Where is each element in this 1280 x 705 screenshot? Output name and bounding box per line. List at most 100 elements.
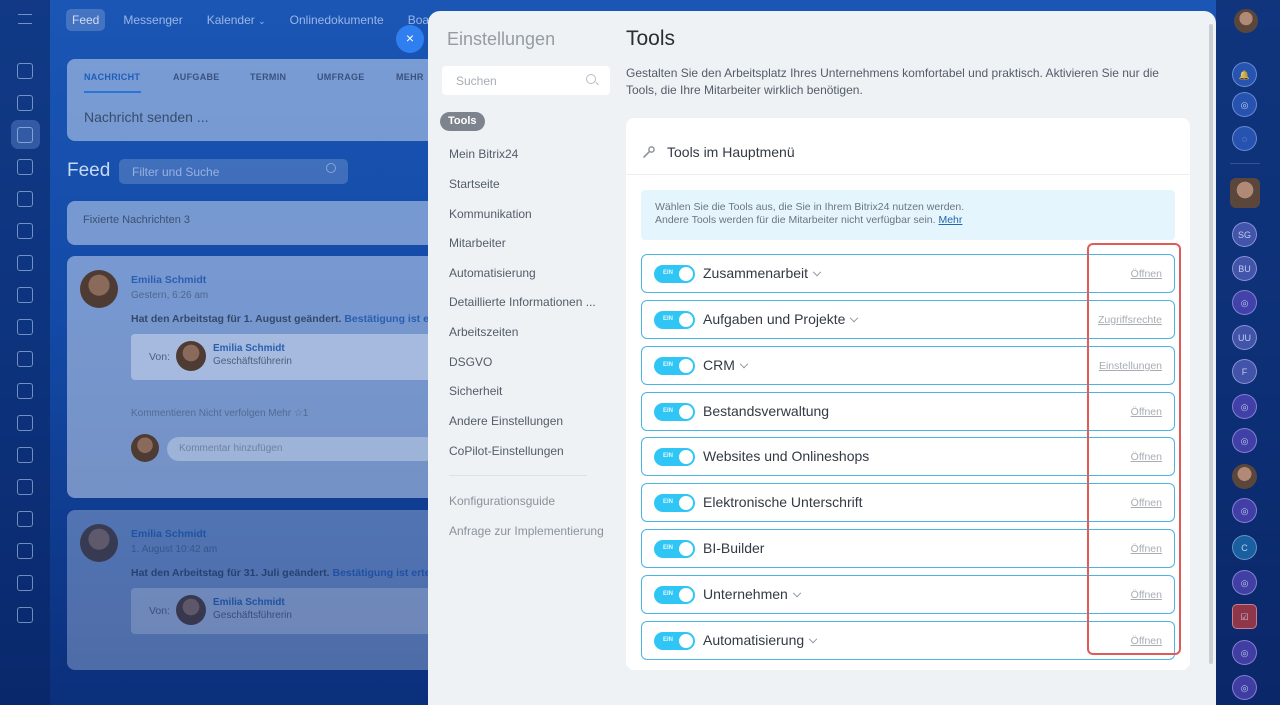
contact-avatar[interactable] bbox=[1230, 178, 1260, 208]
contact-initials[interactable]: UU bbox=[1232, 325, 1257, 350]
settings-search-input[interactable]: Suchen bbox=[442, 66, 610, 95]
bell-icon[interactable]: 🔔 bbox=[1232, 62, 1257, 87]
board-icon[interactable] bbox=[17, 255, 33, 271]
copilot-chat-icon[interactable]: ◎ bbox=[1232, 570, 1257, 595]
tool-toggle[interactable]: EIN bbox=[654, 494, 695, 512]
composer-tab-task[interactable]: AUFGABE bbox=[173, 72, 220, 82]
post-link[interactable]: Bestätigung ist er bbox=[344, 313, 433, 325]
tool-toggle[interactable]: EIN bbox=[654, 586, 695, 604]
tab-feed[interactable]: Feed bbox=[66, 9, 106, 31]
from-name[interactable]: Emilia Schmidt bbox=[213, 597, 285, 608]
copilot-icon[interactable]: ◎ bbox=[1232, 92, 1257, 117]
tool-label[interactable]: CRM bbox=[703, 357, 749, 373]
feed-filter-input[interactable]: Filter und Suche bbox=[119, 159, 348, 184]
settings-icon[interactable] bbox=[17, 575, 33, 591]
post-author[interactable]: Emilia Schmidt bbox=[131, 528, 206, 540]
rocket-icon[interactable] bbox=[17, 95, 33, 111]
cart-icon[interactable] bbox=[17, 383, 33, 399]
filter-icon[interactable] bbox=[17, 479, 33, 495]
nav-item[interactable]: Detaillierte Informationen ... bbox=[449, 295, 596, 309]
tool-toggle[interactable]: EIN bbox=[654, 540, 695, 558]
contact-avatar[interactable] bbox=[1232, 464, 1257, 489]
tab-calendar[interactable]: Kalender ⌄ bbox=[201, 9, 272, 31]
nav-item[interactable]: Mitarbeiter bbox=[449, 236, 506, 250]
nav-item[interactable]: Mein Bitrix24 bbox=[449, 147, 518, 161]
feed-icon[interactable] bbox=[17, 127, 33, 143]
post-author[interactable]: Emilia Schmidt bbox=[131, 274, 206, 286]
automation-icon[interactable] bbox=[17, 415, 33, 431]
contact-initials[interactable]: C bbox=[1232, 535, 1257, 560]
panel-scrollbar[interactable] bbox=[1209, 24, 1213, 664]
contact-initials[interactable]: BU bbox=[1232, 256, 1257, 281]
composer-tab-message[interactable]: NACHRICHT bbox=[84, 72, 140, 82]
chat-icon[interactable] bbox=[17, 319, 33, 335]
nav-item[interactable]: Startseite bbox=[449, 177, 500, 191]
close-panel-button[interactable]: × bbox=[396, 25, 424, 53]
pinned-label: Fixierte Nachrichten 3 bbox=[83, 214, 190, 226]
task-check-icon[interactable]: ☑ bbox=[1232, 604, 1257, 629]
toggle-knob bbox=[679, 267, 693, 281]
composer-tab-poll[interactable]: UMFRAGE bbox=[317, 72, 365, 82]
users-icon[interactable] bbox=[17, 159, 33, 175]
tool-name: Elektronische Unterschrift bbox=[703, 494, 863, 510]
calendar-icon[interactable] bbox=[17, 607, 33, 623]
tool-name: Unternehmen bbox=[703, 586, 788, 602]
copilot-chat-icon[interactable]: ◎ bbox=[1232, 394, 1257, 419]
sites-icon[interactable] bbox=[17, 511, 33, 527]
post-actions[interactable]: Kommentieren Nicht verfolgen Mehr ☆1 bbox=[131, 408, 308, 419]
home-icon[interactable] bbox=[17, 63, 33, 79]
tool-toggle[interactable]: EIN bbox=[654, 265, 695, 283]
composer-tab-more[interactable]: MEHR bbox=[396, 72, 424, 82]
menu-icon[interactable] bbox=[18, 14, 32, 24]
copilot-chat-icon[interactable]: ◎ bbox=[1232, 675, 1257, 700]
settings-title: Einstellungen bbox=[447, 29, 556, 49]
avatar[interactable] bbox=[80, 524, 118, 562]
tool-label[interactable]: Zusammenarbeit bbox=[703, 265, 822, 281]
tab-onlinedocs[interactable]: Onlinedokumente bbox=[284, 9, 390, 31]
nav-item[interactable]: Sicherheit bbox=[449, 384, 502, 398]
analytics-icon[interactable] bbox=[17, 351, 33, 367]
tool-label[interactable]: Aufgaben und Projekte bbox=[703, 311, 859, 327]
tasks-icon[interactable] bbox=[17, 287, 33, 303]
tool-toggle[interactable]: EIN bbox=[654, 311, 695, 329]
company-icon[interactable] bbox=[17, 543, 33, 559]
copilot-chat-icon[interactable]: ◎ bbox=[1232, 640, 1257, 665]
tool-label[interactable]: Unternehmen bbox=[703, 586, 802, 602]
composer-tab-event[interactable]: TERMIN bbox=[250, 72, 286, 82]
copilot-chat-icon[interactable]: ◎ bbox=[1232, 290, 1257, 315]
tool-toggle[interactable]: EIN bbox=[654, 448, 695, 466]
rail-divider bbox=[1230, 163, 1260, 164]
contact-initials[interactable]: F bbox=[1232, 359, 1257, 384]
post-link[interactable]: Bestätigung ist erte bbox=[333, 567, 431, 579]
nav-item[interactable]: Andere Einstellungen bbox=[449, 414, 563, 428]
more-link[interactable]: Mehr bbox=[938, 214, 962, 226]
nav-item-implementation[interactable]: Anfrage zur Implementierung bbox=[449, 524, 604, 538]
contact-initials[interactable]: SG bbox=[1232, 222, 1257, 247]
nav-item[interactable]: Arbeitszeiten bbox=[449, 325, 518, 339]
tool-toggle[interactable]: EIN bbox=[654, 357, 695, 375]
document-icon[interactable] bbox=[17, 191, 33, 207]
tool-toggle[interactable]: EIN bbox=[654, 403, 695, 421]
comment-input[interactable]: Kommentar hinzufügen bbox=[167, 437, 437, 461]
chat-search-icon[interactable]: ◌ bbox=[1232, 126, 1257, 151]
drive-icon[interactable] bbox=[17, 223, 33, 239]
user-avatar[interactable] bbox=[1234, 9, 1258, 33]
nav-item[interactable]: CoPilot-Einstellungen bbox=[449, 444, 564, 458]
nav-item[interactable]: Kommunikation bbox=[449, 207, 532, 221]
nav-item-guide[interactable]: Konfigurationsguide bbox=[449, 494, 555, 508]
nav-item[interactable]: DSGVO bbox=[449, 355, 492, 369]
tool-toggle[interactable]: EIN bbox=[654, 632, 695, 650]
avatar[interactable] bbox=[80, 270, 118, 308]
pinned-messages[interactable]: Fixierte Nachrichten 3 bbox=[67, 201, 447, 245]
avatar[interactable] bbox=[176, 341, 206, 371]
avatar[interactable] bbox=[176, 595, 206, 625]
tool-label[interactable]: Automatisierung bbox=[703, 632, 818, 648]
nav-item[interactable]: Automatisierung bbox=[449, 266, 536, 280]
tab-messenger[interactable]: Messenger bbox=[117, 9, 188, 31]
copilot-chat-icon[interactable]: ◎ bbox=[1232, 498, 1257, 523]
copilot-chat-icon[interactable]: ◎ bbox=[1232, 428, 1257, 453]
from-name[interactable]: Emilia Schmidt bbox=[213, 343, 285, 354]
nav-item-tools[interactable]: Tools bbox=[440, 112, 485, 131]
inventory-icon[interactable] bbox=[17, 447, 33, 463]
composer-input[interactable]: Nachricht senden ... bbox=[84, 109, 209, 125]
